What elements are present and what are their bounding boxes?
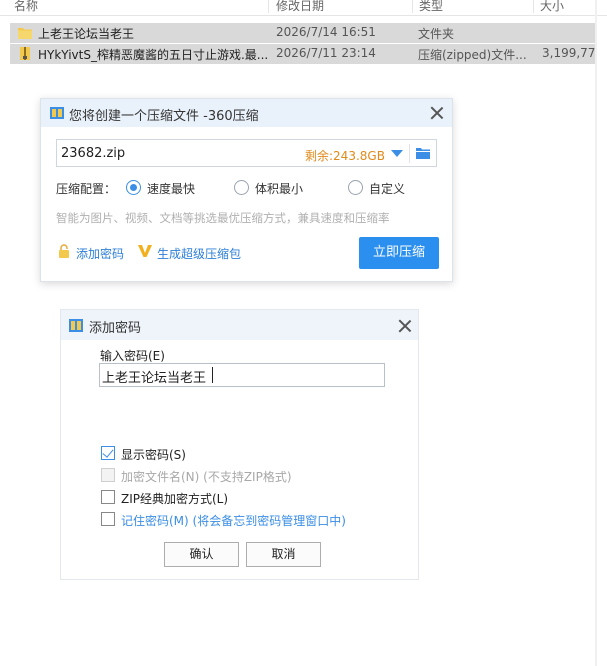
radio-fastest-label[interactable]: 速度最快 xyxy=(147,180,195,197)
cancel-button[interactable]: 取消 xyxy=(246,542,321,567)
file-name: 上老王论坛当老王 xyxy=(38,27,135,41)
zip-classic-encrypt-checkbox[interactable] xyxy=(101,490,115,504)
dialog-title: 您将创建一个压缩文件 -360压缩 xyxy=(69,109,259,124)
free-space-label: 剩余:243.8GB xyxy=(305,149,385,163)
file-type: 压缩(zipped)文件... xyxy=(418,48,527,62)
column-divider[interactable] xyxy=(533,0,534,13)
divider xyxy=(409,144,410,163)
file-name: HYkYivtS_榨精恶魔酱的五日寸止游戏.最... xyxy=(38,48,269,62)
column-type[interactable]: 类型 xyxy=(419,0,443,14)
file-row[interactable]: 上老王论坛当老王 2026/7/14 16:51 文件夹 xyxy=(10,23,595,43)
file-date: 2026/7/11 23:14 xyxy=(276,46,376,60)
dialog-titlebar: 添加密码 xyxy=(61,310,418,340)
zip-filename[interactable]: 23682.zip xyxy=(61,146,125,161)
add-password-link[interactable]: 添加密码 xyxy=(76,245,124,262)
file-row[interactable]: HYkYivtS_榨精恶魔酱的五日寸止游戏.最... 2026/7/11 23:… xyxy=(10,44,595,64)
chevron-down-icon[interactable] xyxy=(391,150,403,157)
add-password-dialog: 添加密码 输入密码(E) 上老王论坛当老王 显示密码(S) 加密文件名(N) (… xyxy=(60,309,419,580)
vip-icon[interactable] xyxy=(138,244,152,258)
compress-hint: 智能为图片、视频、文档等挑选最优压缩方式，兼具速度和压缩率 xyxy=(56,211,390,225)
remember-password-label[interactable]: 记住密码(M) (将会备忘到密码管理窗口中) xyxy=(121,512,346,529)
encrypt-filename-checkbox xyxy=(101,468,115,482)
archive-app-icon xyxy=(50,107,64,119)
show-password-label[interactable]: 显示密码(S) xyxy=(121,446,186,463)
dialog-title: 添加密码 xyxy=(89,321,142,336)
close-icon[interactable] xyxy=(430,106,444,120)
compress-dialog: 您将创建一个压缩文件 -360压缩 23682.zip 剩余:243.8GB 压… xyxy=(40,98,453,282)
radio-smallest-label[interactable]: 体积最小 xyxy=(255,180,303,197)
dialog-titlebar: 您将创建一个压缩文件 -360压缩 xyxy=(41,99,452,127)
column-divider[interactable] xyxy=(268,0,269,13)
file-date: 2026/7/14 16:51 xyxy=(276,25,376,39)
radio-smallest[interactable] xyxy=(234,180,249,195)
radio-fastest[interactable] xyxy=(126,180,141,195)
column-divider[interactable] xyxy=(412,0,413,13)
encrypt-filename-label: 加密文件名(N) (不支持ZIP格式) xyxy=(121,470,292,484)
zip-classic-encrypt-label[interactable]: ZIP经典加密方式(L) xyxy=(121,490,228,507)
compress-now-button[interactable]: 立即压缩 xyxy=(359,237,439,269)
close-icon[interactable] xyxy=(398,319,412,333)
column-header-bar: 名称 修改日期 类型 大小 xyxy=(0,0,607,16)
folder-browse-icon[interactable] xyxy=(416,147,430,159)
password-input[interactable]: 上老王论坛当老王 xyxy=(99,363,385,387)
file-type: 文件夹 xyxy=(418,27,455,41)
lock-icon[interactable] xyxy=(58,244,70,258)
ok-button[interactable]: 确认 xyxy=(164,542,239,567)
column-size[interactable]: 大小 xyxy=(540,0,564,14)
radio-custom-label[interactable]: 自定义 xyxy=(369,180,405,197)
zip-file-icon xyxy=(20,47,30,60)
remember-password-checkbox[interactable] xyxy=(101,512,115,526)
column-date[interactable]: 修改日期 xyxy=(276,0,324,14)
archive-app-icon xyxy=(69,319,83,332)
password-input-label: 输入密码(E) xyxy=(100,349,165,363)
super-compress-link[interactable]: 生成超级压缩包 xyxy=(157,245,241,262)
show-password-checkbox[interactable] xyxy=(101,446,115,460)
column-name[interactable]: 名称 xyxy=(14,0,38,14)
file-explorer-list: 名称 修改日期 类型 大小 上老王论坛当老王 2026/7/14 16:51 文… xyxy=(0,0,607,70)
radio-custom[interactable] xyxy=(348,180,363,195)
config-label: 压缩配置： xyxy=(56,182,117,196)
folder-icon xyxy=(18,28,32,39)
vertical-scrollbar[interactable] xyxy=(595,0,597,666)
text-caret xyxy=(212,367,213,383)
filename-field[interactable]: 23682.zip 剩余:243.8GB xyxy=(56,139,437,167)
file-size: 3,199,77 xyxy=(542,46,595,60)
